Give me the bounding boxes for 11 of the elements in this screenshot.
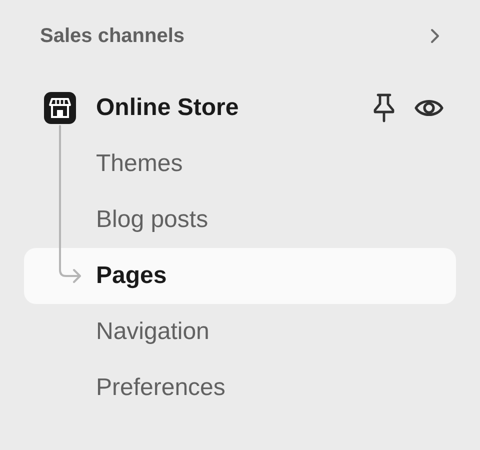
nav-item[interactable]: Preferences <box>24 360 456 416</box>
channel-name[interactable]: Online Store <box>96 90 239 126</box>
nav-item-selected[interactable]: Pages <box>24 248 456 304</box>
chevron-right-icon[interactable] <box>430 28 440 44</box>
eye-icon[interactable] <box>414 97 444 119</box>
nav-item[interactable]: Blog posts <box>24 192 456 248</box>
nav-item[interactable]: Themes <box>24 136 456 192</box>
nav-item[interactable]: Navigation <box>24 304 456 360</box>
pin-icon[interactable] <box>372 93 396 123</box>
store-icon <box>44 92 76 124</box>
section-title: Sales channels <box>40 24 185 49</box>
